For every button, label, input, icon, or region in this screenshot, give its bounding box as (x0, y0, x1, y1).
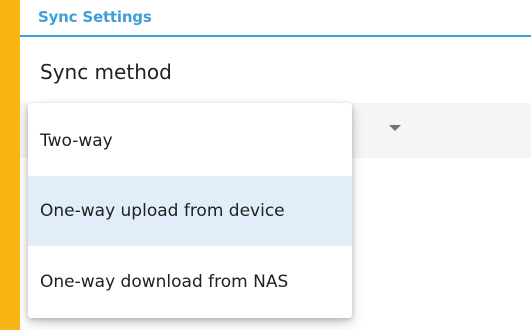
triangle-down-icon[interactable] (389, 125, 401, 131)
section-header: Sync Settings (20, 0, 531, 37)
menu-item-label: One-way download from NAS (40, 272, 289, 292)
sync-method-label: Sync method (40, 60, 172, 84)
menu-item-label: Two-way (40, 131, 113, 151)
section-title: Sync Settings (38, 8, 152, 26)
menu-item-one-way-upload[interactable]: One-way upload from device (28, 176, 352, 246)
menu-item-label: One-way upload from device (40, 201, 285, 221)
sync-method-dropdown-menu: Two-way One-way upload from device One-w… (28, 103, 352, 318)
sync-settings-panel: Sync Settings Sync method Two-way One-wa… (20, 0, 531, 330)
menu-item-one-way-download[interactable]: One-way download from NAS (28, 247, 352, 317)
menu-item-two-way[interactable]: Two-way (28, 106, 352, 176)
